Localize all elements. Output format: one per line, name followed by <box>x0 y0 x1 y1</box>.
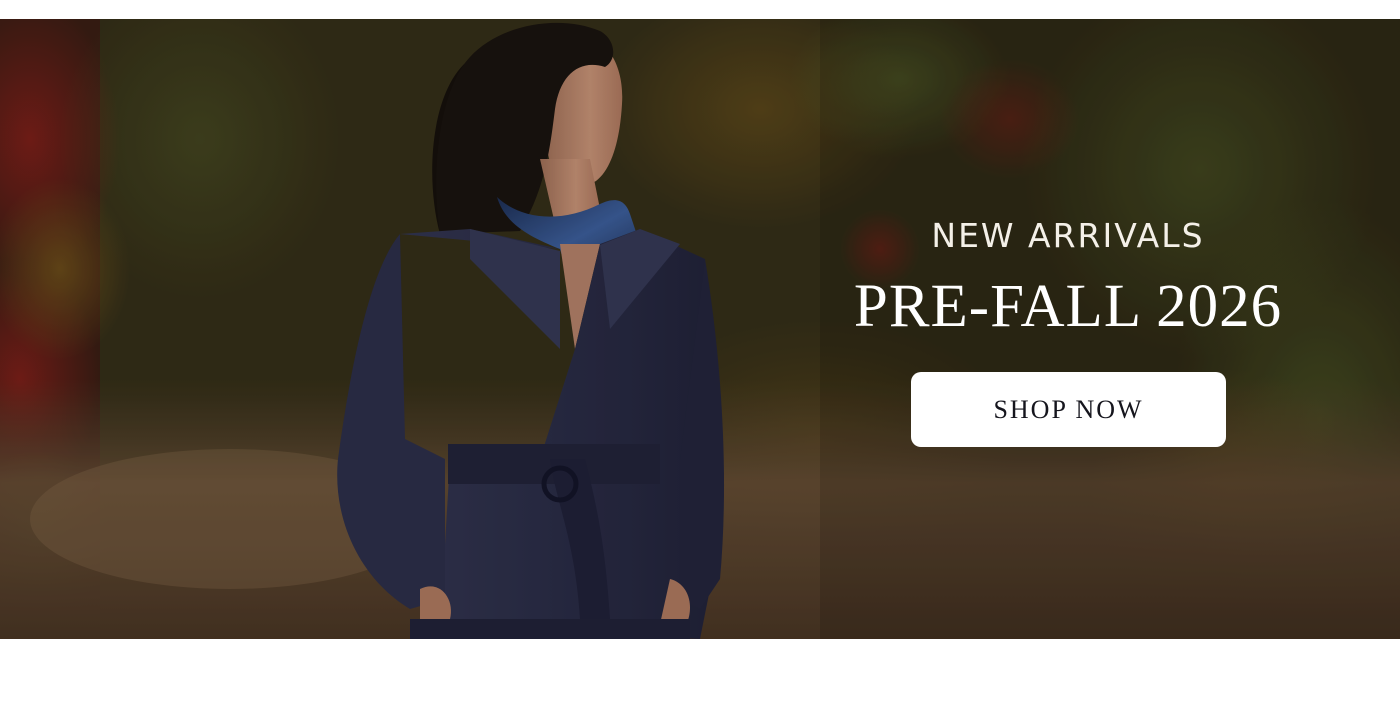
hero-headline: PRE-FALL 2026 <box>853 273 1283 340</box>
eyebrow-text: NEW ARRIVALS <box>931 216 1205 255</box>
shop-now-button[interactable]: SHOP NOW <box>911 372 1226 447</box>
hero-copy: NEW ARRIVALS PRE-FALL 2026 SHOP NOW <box>840 209 1296 447</box>
hero-banner[interactable]: NEW ARRIVALS PRE-FALL 2026 SHOP NOW <box>0 19 1400 639</box>
page: NEW ARRIVALS PRE-FALL 2026 SHOP NOW <box>0 0 1400 715</box>
